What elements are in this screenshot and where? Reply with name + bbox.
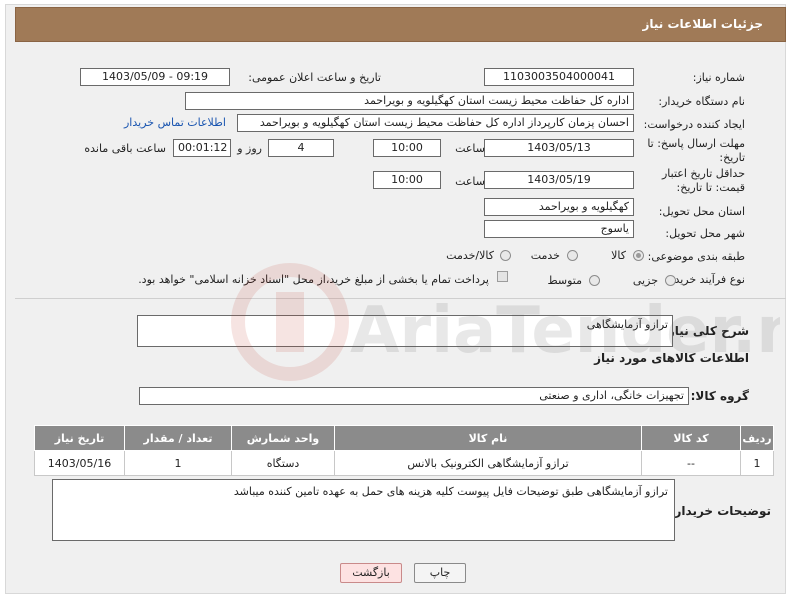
treasury-payment-note: پرداخت تمام یا بخشی از مبلغ خرید،از محل … xyxy=(138,273,489,286)
buyer-contact-link[interactable]: اطلاعات تماس خریدار xyxy=(124,116,226,129)
column-header: تعداد / مقدار xyxy=(124,425,232,451)
buyer-notes-field: ترازو آزمایشگاهی طبق توضیحات فایل پیوست … xyxy=(52,479,675,541)
validity-date-field: 1403/05/19 xyxy=(484,171,634,189)
announce-label: تاریخ و ساعت اعلان عمومی: xyxy=(248,71,381,84)
remaining-time-field: 00:01:12 xyxy=(173,139,231,157)
city-label: شهر محل تحویل: xyxy=(665,227,745,240)
need-number-field: 1103003504000041 xyxy=(484,68,634,86)
section-divider xyxy=(15,298,786,299)
page-title: جزئیات اطلاعات نیاز xyxy=(642,17,763,31)
column-header: کد کالا xyxy=(641,425,741,451)
city-field: یاسوج xyxy=(484,220,634,238)
category-goods-service-radio[interactable] xyxy=(500,250,511,261)
goods-group-label: گروه کالا: xyxy=(690,389,749,403)
back-button[interactable]: بازگشت xyxy=(340,563,402,583)
category-label: طبقه بندی موضوعی: xyxy=(647,250,745,263)
category-service-label: خدمت xyxy=(530,249,560,262)
remaining-label: ساعت باقی مانده xyxy=(84,142,166,155)
buyer-org-label: نام دستگاه خریدار: xyxy=(658,95,745,108)
treasury-payment-checkbox[interactable] xyxy=(497,271,508,282)
goods-group-field: تجهیزات خانگی، اداری و صنعتی xyxy=(139,387,689,405)
deadline-label: مهلت ارسال پاسخ: تا تاریخ: xyxy=(647,137,745,164)
province-label: استان محل تحویل: xyxy=(658,205,745,218)
validity-time-label: ساعت xyxy=(455,175,485,188)
process-label: نوع فرآیند خرید : xyxy=(667,273,745,286)
days-field: 4 xyxy=(268,139,334,157)
description-field: ترازو آزمایشگاهی xyxy=(137,315,673,347)
table-header-row: ردیف کد کالا نام کالا واحد شمارش تعداد /… xyxy=(34,425,774,451)
deadline-time-field: 10:00 xyxy=(373,139,441,157)
process-medium-label: متوسط xyxy=(547,274,582,287)
description-label: شرح کلی نیاز: xyxy=(663,324,749,338)
validity-label: حداقل تاریخ اعتبار قیمت: تا تاریخ: xyxy=(661,167,745,194)
table-row: 1 -- ترازو آزمایشگاهی الکترونیک بالانس د… xyxy=(34,450,774,476)
process-minor-radio[interactable] xyxy=(665,275,676,286)
deadline-time-label: ساعت xyxy=(455,142,485,155)
need-number-label: شماره نیاز: xyxy=(692,71,745,84)
category-service-radio[interactable] xyxy=(567,250,578,261)
requester-label: ایجاد کننده درخواست: xyxy=(643,118,745,131)
table-cell: 1403/05/16 xyxy=(34,450,125,476)
table-cell: 1 xyxy=(124,450,232,476)
validity-time-field: 10:00 xyxy=(373,171,441,189)
category-goods-service-label: کالا/خدمت xyxy=(446,249,494,262)
column-header: ردیف xyxy=(740,425,774,451)
category-goods-label: کالا xyxy=(611,249,626,262)
goods-table: ردیف کد کالا نام کالا واحد شمارش تعداد /… xyxy=(34,425,774,476)
process-minor-label: جزیی xyxy=(632,274,658,287)
category-goods-radio[interactable] xyxy=(633,250,644,261)
table-cell: ترازو آزمایشگاهی الکترونیک بالانس xyxy=(334,450,642,476)
print-button[interactable]: چاپ xyxy=(414,563,466,583)
requester-field: احسان پزمان کارپرداز اداره کل حفاظت محیط… xyxy=(237,114,634,132)
column-header: تاریخ نیاز xyxy=(34,425,125,451)
column-header: واحد شمارش xyxy=(231,425,335,451)
table-cell: دستگاه xyxy=(231,450,335,476)
days-label: روز و xyxy=(237,142,262,155)
column-header: نام کالا xyxy=(334,425,642,451)
deadline-date-field: 1403/05/13 xyxy=(484,139,634,157)
table-cell: 1 xyxy=(740,450,774,476)
buyer-org-field: اداره کل حفاظت محیط زیست استان کهگیلویه … xyxy=(185,92,634,110)
process-medium-radio[interactable] xyxy=(589,275,600,286)
province-field: کهگیلویه و بویراحمد xyxy=(484,198,634,216)
announce-datetime-field: 1403/05/09 - 09:19 xyxy=(80,68,230,86)
goods-info-title: اطلاعات کالاهای مورد نیاز xyxy=(594,351,749,365)
buyer-notes-label: توضیحات خریدار: xyxy=(669,504,771,518)
header-bar: جزئیات اطلاعات نیاز xyxy=(15,7,786,42)
table-cell: -- xyxy=(641,450,741,476)
